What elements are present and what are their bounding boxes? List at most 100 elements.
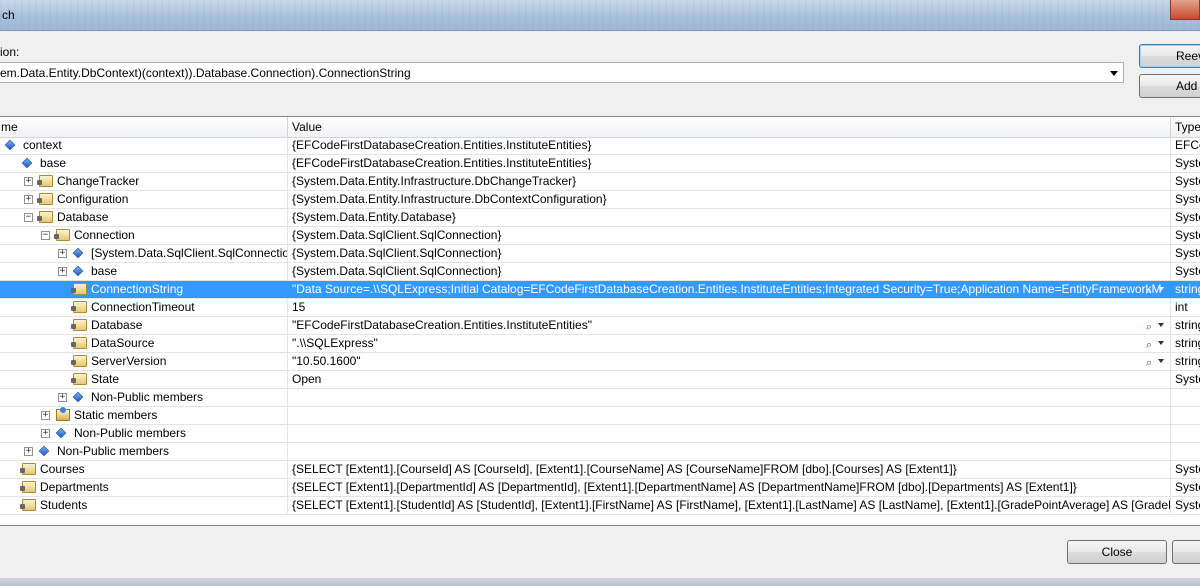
row-value-text: {System.Data.Entity.Database} xyxy=(292,210,456,224)
close-button[interactable]: Close xyxy=(1067,540,1167,564)
row-name-cell: + Configuration xyxy=(0,191,288,208)
visualizer-dropdown-icon[interactable] xyxy=(1158,287,1164,291)
table-row[interactable]: + [System.Data.SqlClient.SqlConnection] {S… xyxy=(0,245,1200,263)
table-row[interactable]: + Non-Public members xyxy=(0,443,1200,461)
row-value-cell[interactable]: 15 xyxy=(288,299,1171,316)
table-row[interactable]: − Database {System.Data.Entity.Database} Sy… xyxy=(0,209,1200,227)
property-icon xyxy=(54,229,70,241)
expand-icon[interactable]: + xyxy=(24,177,33,186)
row-name-cell: DataSource xyxy=(0,335,288,352)
expand-icon[interactable]: + xyxy=(41,411,50,420)
row-name-label: ChangeTracker xyxy=(57,174,140,188)
expand-icon[interactable]: + xyxy=(41,429,50,438)
row-name-cell: Courses xyxy=(0,461,288,478)
row-value-cell[interactable] xyxy=(288,389,1171,406)
visualizer-dropdown-icon[interactable] xyxy=(1158,323,1164,327)
property-icon xyxy=(20,463,36,475)
collapse-icon[interactable]: − xyxy=(41,231,50,240)
reevaluate-button[interactable]: Reev xyxy=(1139,44,1200,68)
row-value-text: {SELECT [Extent1].[StudentId] AS [Studen… xyxy=(292,498,1171,512)
visualizer-icon[interactable]: ⌕ xyxy=(1146,319,1152,334)
row-name-cell: + Non-Public members xyxy=(0,389,288,406)
expand-icon[interactable]: + xyxy=(24,195,33,204)
table-row[interactable]: + ChangeTracker {System.Data.Entity.Infras… xyxy=(0,173,1200,191)
collapse-icon[interactable]: − xyxy=(24,213,33,222)
row-name-cell: ConnectionTimeout xyxy=(0,299,288,316)
add-watch-button[interactable]: Add xyxy=(1139,74,1200,98)
row-type-cell: string xyxy=(1175,318,1200,332)
table-row[interactable]: State Open Syste xyxy=(0,371,1200,389)
row-value-text: "10.50.1600" xyxy=(292,354,361,368)
row-value-text: {System.Data.Entity.Infrastructure.DbCha… xyxy=(292,174,577,188)
expand-icon[interactable]: + xyxy=(24,447,33,456)
row-value-cell[interactable]: {System.Data.Entity.Database} xyxy=(288,209,1171,226)
field-icon xyxy=(72,265,84,277)
table-row[interactable]: + Configuration {System.Data.Entity.Infras… xyxy=(0,191,1200,209)
row-value-cell[interactable]: {System.Data.Entity.Infrastructure.DbCha… xyxy=(288,173,1171,190)
row-value-text: {System.Data.SqlClient.SqlConnection} xyxy=(292,246,502,260)
visualizer-dropdown-icon[interactable] xyxy=(1158,341,1164,345)
visualizer-dropdown-icon[interactable] xyxy=(1158,359,1164,363)
table-row[interactable]: − Connection {System.Data.SqlClient.SqlCon… xyxy=(0,227,1200,245)
row-name-cell: + ChangeTracker xyxy=(0,173,288,190)
expand-icon[interactable]: + xyxy=(58,267,67,276)
visualizer-icon[interactable]: ⌕ xyxy=(1146,337,1152,352)
table-row[interactable]: + Static members xyxy=(0,407,1200,425)
row-value-cell[interactable]: Open xyxy=(288,371,1171,388)
expression-combobox[interactable]: em.Data.Entity.DbContext)(context)).Data… xyxy=(0,62,1124,83)
row-value-cell[interactable]: {EFCodeFirstDatabaseCreation.Entities.In… xyxy=(288,137,1171,154)
table-row[interactable]: Courses {SELECT [Extent1].[CourseId] AS [… xyxy=(0,461,1200,479)
row-value-cell[interactable]: {System.Data.Entity.Infrastructure.DbCon… xyxy=(288,191,1171,208)
row-value-cell[interactable] xyxy=(288,425,1171,442)
expand-icon[interactable]: + xyxy=(58,249,67,258)
chevron-down-icon[interactable] xyxy=(1110,71,1118,76)
row-value-cell[interactable]: {System.Data.SqlClient.SqlConnection} xyxy=(288,227,1171,244)
table-row[interactable]: Departments {SELECT [Extent1].[Department… xyxy=(0,479,1200,497)
table-row[interactable]: base {EFCodeFirstDatabaseCreation.Entitie… xyxy=(0,155,1200,173)
row-value-cell[interactable]: {System.Data.SqlClient.SqlConnection} xyxy=(288,245,1171,262)
row-value-cell[interactable]: "Data Source=.\\SQLExpress;Initial Catal… xyxy=(288,281,1171,298)
help-button[interactable] xyxy=(1172,540,1200,564)
expand-icon[interactable]: + xyxy=(58,393,67,402)
table-row[interactable]: ConnectionString "Data Source=.\\SQLExpre… xyxy=(0,281,1200,299)
row-type-cell: Syste xyxy=(1175,480,1200,494)
row-value-cell[interactable] xyxy=(288,407,1171,424)
row-name-label: Static members xyxy=(74,408,158,422)
table-row[interactable]: + base {System.Data.SqlClient.SqlConnectio… xyxy=(0,263,1200,281)
table-row[interactable]: + Non-Public members xyxy=(0,389,1200,407)
table-row[interactable]: ServerVersion "10.50.1600" ⌕ string xyxy=(0,353,1200,371)
row-value-text: {SELECT [Extent1].[CourseId] AS [CourseI… xyxy=(292,462,957,476)
table-row[interactable]: context {EFCodeFirstDatabaseCreation.Enti… xyxy=(0,137,1200,155)
table-row[interactable]: + Non-Public members xyxy=(0,425,1200,443)
column-header-value[interactable]: Value xyxy=(288,117,1171,137)
row-name-label: Non-Public members xyxy=(57,444,170,458)
table-row[interactable]: DataSource ".\\SQLExpress" ⌕ string xyxy=(0,335,1200,353)
expression-input[interactable]: em.Data.Entity.DbContext)(context)).Data… xyxy=(0,66,411,80)
row-name-label: ConnectionString xyxy=(91,282,184,296)
column-header-type[interactable]: Type xyxy=(1171,117,1200,137)
visualizer-icon[interactable]: ⌕ xyxy=(1146,355,1152,370)
row-value-cell[interactable]: "EFCodeFirstDatabaseCreation.Entities.In… xyxy=(288,317,1171,334)
row-value-cell[interactable]: {SELECT [Extent1].[StudentId] AS [Studen… xyxy=(288,497,1171,514)
row-value-cell[interactable]: {SELECT [Extent1].[CourseId] AS [CourseI… xyxy=(288,461,1171,478)
row-type-cell: Syste xyxy=(1175,192,1200,206)
row-value-text: "Data Source=.\\SQLExpress;Initial Catal… xyxy=(292,282,1162,296)
row-value-cell[interactable]: {EFCodeFirstDatabaseCreation.Entities.In… xyxy=(288,155,1171,172)
visualizer-icon[interactable]: ⌕ xyxy=(1146,283,1152,298)
row-value-cell[interactable]: {SELECT [Extent1].[DepartmentId] AS [Dep… xyxy=(288,479,1171,496)
row-name-cell: + Non-Public members xyxy=(0,443,288,460)
table-row[interactable]: Database "EFCodeFirstDatabaseCreation.Ent… xyxy=(0,317,1200,335)
row-type-cell xyxy=(1171,407,1200,424)
row-value-text: Open xyxy=(292,372,322,386)
table-row[interactable]: ConnectionTimeout 15 int xyxy=(0,299,1200,317)
column-header-name[interactable]: me xyxy=(0,117,288,137)
window-close-button[interactable] xyxy=(1170,0,1200,20)
taskbar-strip xyxy=(0,578,1200,586)
row-value-cell[interactable]: {System.Data.SqlClient.SqlConnection} xyxy=(288,263,1171,280)
row-value-cell[interactable]: ".\\SQLExpress" ⌕ xyxy=(288,335,1171,352)
table-row[interactable]: Students {SELECT [Extent1].[StudentId] AS… xyxy=(0,497,1200,515)
row-value-cell[interactable] xyxy=(288,443,1171,460)
row-value-cell[interactable]: "10.50.1600" ⌕ xyxy=(288,353,1171,370)
row-type-cell: Syste xyxy=(1175,264,1200,278)
row-type-cell: EFCo xyxy=(1175,138,1200,152)
